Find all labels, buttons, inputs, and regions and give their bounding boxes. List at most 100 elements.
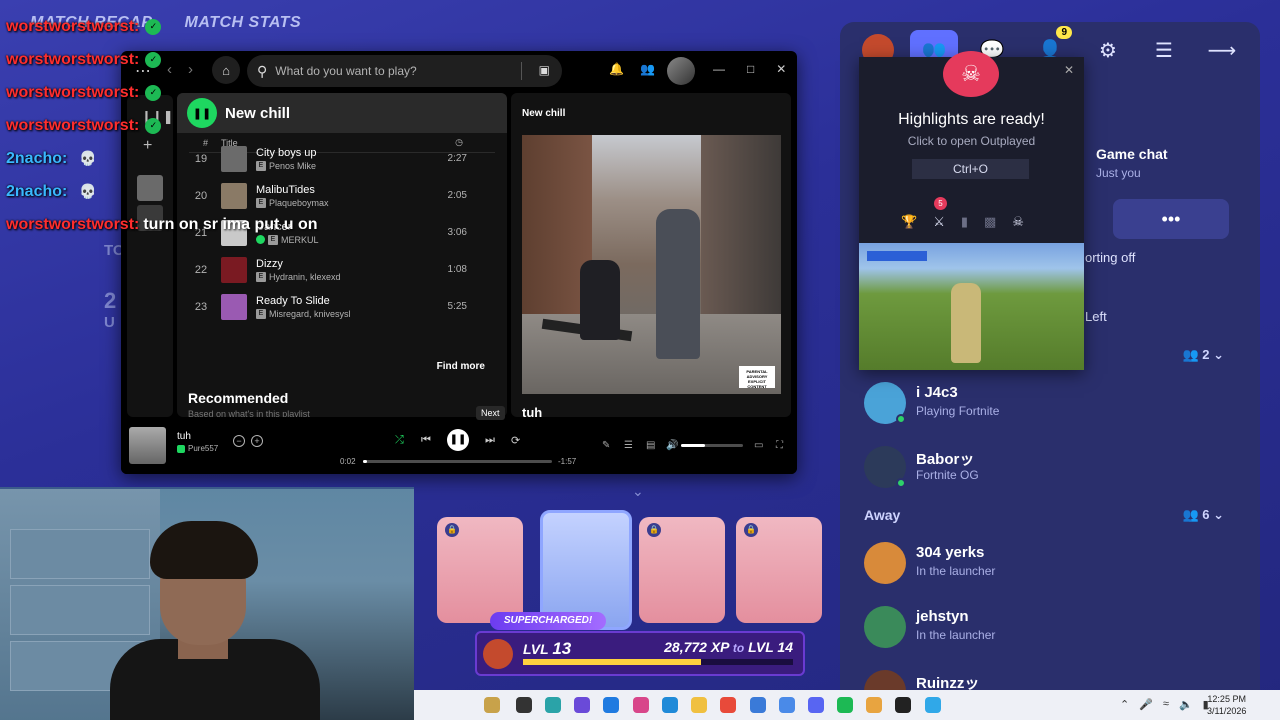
- store-icon[interactable]: [603, 697, 619, 713]
- friend-activity-icon[interactable]: 👥: [640, 62, 655, 76]
- add-icon[interactable]: +: [251, 435, 263, 447]
- connect-device-icon[interactable]: ▤: [646, 440, 655, 451]
- chest-icon: ▩: [984, 214, 997, 229]
- chat-username: worstworstworst:: [6, 116, 140, 134]
- app-icon[interactable]: [925, 697, 941, 713]
- clock-date: 3/11/2026: [1207, 706, 1247, 716]
- online-indicator: [896, 414, 906, 424]
- song-title[interactable]: tuh: [177, 431, 191, 442]
- browse-icon[interactable]: ▣: [539, 63, 550, 77]
- game-chat-title: Game chat: [1096, 146, 1168, 162]
- outplayed-notification[interactable]: ☠ ✕ Highlights are ready! Click to open …: [859, 51, 1084, 370]
- more-options-button[interactable]: •••: [1113, 199, 1229, 239]
- reward-card[interactable]: 🔒: [639, 517, 725, 623]
- track-art: [221, 256, 247, 283]
- widgets-icon[interactable]: [484, 697, 500, 713]
- notification-title: Highlights are ready!: [898, 111, 1045, 128]
- friend-item[interactable]: Baborッ Fortnite OG: [864, 442, 1224, 492]
- skull-icon: ☠: [1012, 214, 1024, 229]
- previous-icon[interactable]: ⏮: [421, 434, 431, 447]
- song-cover[interactable]: [129, 427, 166, 464]
- chat-username: worstworstworst:: [6, 83, 140, 101]
- app-icon[interactable]: [750, 697, 766, 713]
- streamer-hair: [150, 521, 258, 579]
- menu-icon[interactable]: ☰: [1140, 30, 1188, 70]
- track-name[interactable]: Dizzy: [256, 258, 341, 270]
- pause-button[interactable]: ❚❚: [447, 429, 469, 451]
- task-view-icon[interactable]: [516, 697, 532, 713]
- track-row[interactable]: 23 Ready To Slide E Misregard, knivesysl 5:2…: [177, 288, 507, 325]
- miniplayer-icon[interactable]: ▭: [754, 440, 763, 451]
- track-artist: E Hydranin, klexexd: [256, 271, 341, 282]
- remove-icon[interactable]: −: [233, 435, 245, 447]
- reward-card[interactable]: 🔒: [736, 517, 822, 623]
- verified-badge-icon: ✓: [145, 117, 162, 134]
- fullscreen-icon[interactable]: ⛶: [776, 440, 783, 451]
- chrome-icon[interactable]: [866, 697, 882, 713]
- track-info: Dizzy E Hydranin, klexexd: [256, 258, 341, 282]
- find-more-link[interactable]: Find more: [437, 361, 485, 372]
- explicit-icon: E: [256, 308, 266, 319]
- track-duration: 5:25: [447, 301, 467, 312]
- bg-partial-text: U: [104, 314, 115, 331]
- teams-icon[interactable]: [574, 697, 590, 713]
- track-number: 23: [194, 300, 208, 313]
- minimize-icon[interactable]: —: [713, 62, 725, 76]
- speaker-icon[interactable]: 🔈: [1179, 698, 1193, 711]
- lyrics-icon[interactable]: ✎: [602, 440, 610, 451]
- chevron-up-icon[interactable]: ⌃: [1120, 698, 1129, 711]
- wifi-icon[interactable]: ≈: [1163, 698, 1169, 711]
- friend-item[interactable]: i J4c3 Playing Fortnite: [864, 378, 1224, 428]
- close-icon[interactable]: ✕: [1064, 63, 1074, 77]
- chat-line: worstworstworst: turn on sr ima put u on: [6, 208, 366, 241]
- volume-slider[interactable]: [681, 444, 743, 447]
- exit-icon[interactable]: ⟶: [1198, 30, 1246, 70]
- track-row[interactable]: 22 Dizzy E Hydranin, klexexd 1:08: [177, 251, 507, 288]
- track-duration: 1:08: [447, 264, 467, 275]
- repeat-icon[interactable]: ⟳: [511, 434, 520, 447]
- progress-bar[interactable]: [363, 460, 552, 463]
- friend-item[interactable]: jehstyn In the launcher: [864, 602, 1224, 652]
- hud-bar: [867, 251, 927, 261]
- away-count: 👥 6 ⌄: [1182, 507, 1224, 522]
- cover-figure: [580, 260, 620, 340]
- microphone-icon[interactable]: 🎤: [1139, 698, 1153, 711]
- friend-status: In the launcher: [916, 628, 996, 642]
- chevron-down-icon[interactable]: ⌄: [632, 483, 644, 500]
- song-artist[interactable]: Pure557: [177, 444, 218, 453]
- track-artist-name[interactable]: Misregard, knivesysl: [269, 309, 351, 319]
- friend-item[interactable]: 304 yerks In the launcher: [864, 538, 1224, 588]
- away-section-header[interactable]: Away: [864, 507, 900, 523]
- shuffle-icon[interactable]: ⤮: [395, 434, 404, 447]
- reward-card[interactable]: 🔒: [437, 517, 523, 623]
- edge-icon[interactable]: [545, 697, 561, 713]
- app-icon[interactable]: [662, 697, 678, 713]
- xp-track: [523, 659, 793, 665]
- obs-icon[interactable]: [895, 697, 911, 713]
- clock[interactable]: 12:25 PM 3/11/2026: [1207, 693, 1246, 717]
- chat-line: worstworstworst: ✓: [6, 76, 366, 109]
- gear-icon[interactable]: ⚙: [1084, 30, 1132, 70]
- song-title: tuh: [522, 405, 543, 417]
- track-artist-name[interactable]: Hydranin, klexexd: [269, 272, 341, 282]
- highlight-thumbnail[interactable]: [859, 243, 1084, 370]
- next-icon[interactable]: ⏭: [485, 434, 495, 447]
- queue-icon[interactable]: ☰: [624, 440, 633, 451]
- maximize-icon[interactable]: □: [747, 62, 754, 76]
- close-icon[interactable]: ✕: [776, 62, 786, 76]
- app-icon[interactable]: [720, 697, 736, 713]
- game-chat-entry[interactable]: Game chat Just you: [1096, 146, 1168, 180]
- discord-icon[interactable]: [808, 697, 824, 713]
- avatar[interactable]: [667, 57, 695, 85]
- spotify-icon[interactable]: [837, 697, 853, 713]
- file-explorer-icon[interactable]: [691, 697, 707, 713]
- chrome-icon[interactable]: [779, 697, 795, 713]
- clock-time: 12:25 PM: [1207, 694, 1246, 704]
- kills-badge: 5: [934, 197, 947, 210]
- volume-icon[interactable]: 🔊: [666, 440, 678, 451]
- track-name[interactable]: Ready To Slide: [256, 295, 351, 307]
- instagram-icon[interactable]: [633, 697, 649, 713]
- character-figure: [951, 283, 981, 363]
- level-progress-bar: LVL 13 28,772 XP to LVL 14: [475, 631, 805, 676]
- bell-icon[interactable]: 🔔: [609, 62, 624, 76]
